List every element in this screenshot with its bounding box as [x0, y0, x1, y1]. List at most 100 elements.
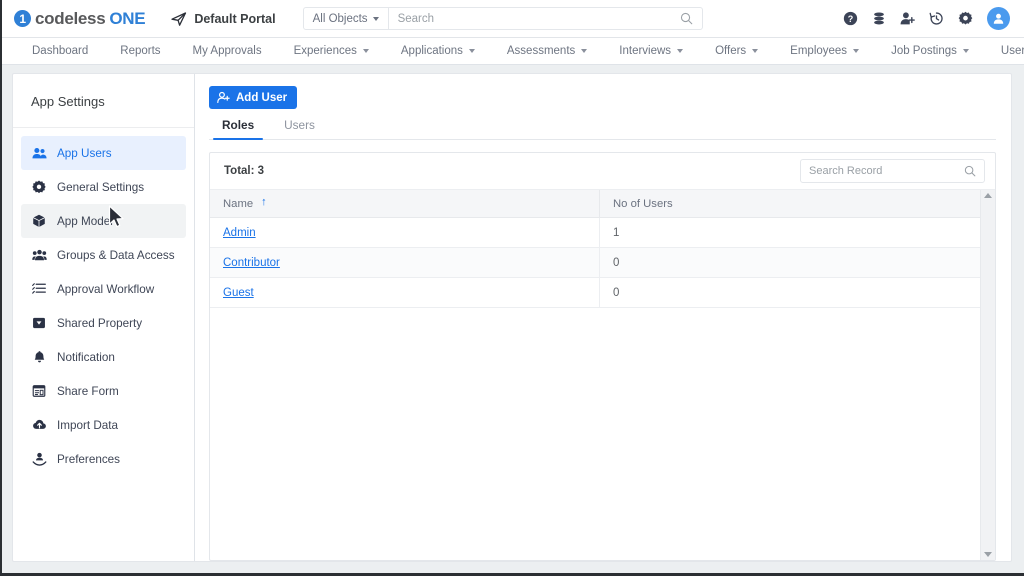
- table-toolbar: Total: 3: [210, 153, 995, 190]
- sidebar-item-label: General Settings: [57, 180, 145, 194]
- column-label: No of Users: [613, 197, 673, 210]
- nav-item-assessments[interactable]: Assessments: [491, 38, 603, 64]
- role-link-admin[interactable]: Admin: [223, 227, 256, 239]
- cell-name: Admin: [210, 218, 600, 247]
- avatar[interactable]: [987, 7, 1010, 30]
- bell-icon: [31, 350, 47, 364]
- cell-name: Guest: [210, 278, 600, 307]
- main-navigation: Dashboard Reports My Approvals Experienc…: [2, 38, 1024, 65]
- sidebar-item-import-data[interactable]: Import Data: [21, 408, 186, 442]
- table-row[interactable]: Contributor 0: [210, 248, 980, 278]
- search-icon[interactable]: [964, 165, 976, 177]
- nav-label: Dashboard: [32, 45, 89, 57]
- database-icon[interactable]: [872, 11, 886, 26]
- users-icon: [31, 146, 47, 161]
- nav-label: Reports: [120, 45, 161, 57]
- chevron-down-icon: [677, 49, 684, 53]
- history-icon[interactable]: [929, 11, 944, 26]
- roles-table-card: Total: 3 Name ↑: [209, 152, 996, 561]
- roles-table: Name ↑ No of Users Admin 1 Contributor 0…: [210, 190, 980, 560]
- svg-text:?: ?: [848, 14, 854, 24]
- app-header: 1 codeless ONE Default Portal All Objects: [2, 0, 1024, 38]
- sidebar-item-app-users[interactable]: App Users: [21, 136, 186, 170]
- nav-item-applications[interactable]: Applications: [385, 38, 491, 64]
- nav-item-dashboard[interactable]: Dashboard: [24, 38, 104, 64]
- column-header-no-of-users[interactable]: No of Users: [600, 190, 980, 217]
- app-logo[interactable]: 1 codeless ONE: [14, 8, 146, 29]
- scroll-up-icon[interactable]: [984, 193, 992, 198]
- sidebar-item-shared-property[interactable]: Shared Property: [21, 306, 186, 340]
- paper-plane-icon: [171, 11, 187, 26]
- nav-label: Experiences: [293, 45, 357, 57]
- cell-no-of-users: 0: [613, 256, 620, 269]
- nav-label: Applications: [400, 45, 463, 57]
- role-link-contributor[interactable]: Contributor: [223, 257, 280, 269]
- help-icon[interactable]: ?: [843, 11, 858, 26]
- add-user-label: Add User: [236, 91, 288, 104]
- nav-label: Interviews: [619, 45, 672, 57]
- role-link-guest[interactable]: Guest: [223, 287, 254, 299]
- browser-viewport: 1 codeless ONE Default Portal All Objects: [0, 0, 1024, 576]
- vertical-scrollbar[interactable]: [980, 190, 995, 560]
- nav-item-reports[interactable]: Reports: [104, 38, 176, 64]
- nav-item-job-postings[interactable]: Job Postings: [875, 38, 985, 64]
- cell-no-of-users: 0: [613, 286, 620, 299]
- nav-item-user-profile[interactable]: User Profile: [985, 38, 1024, 64]
- gear-icon[interactable]: [958, 11, 973, 26]
- nav-item-my-approvals[interactable]: My Approvals: [177, 38, 278, 64]
- checklist-icon: [31, 282, 47, 296]
- sidebar-item-groups-data-access[interactable]: Groups & Data Access: [21, 238, 186, 272]
- search-icon[interactable]: [680, 12, 693, 25]
- cell-name: Contributor: [210, 248, 600, 277]
- sidebar-item-label: App Users: [57, 146, 112, 160]
- object-filter-dropdown[interactable]: All Objects: [304, 8, 389, 29]
- sidebar-item-preferences[interactable]: Preferences: [21, 442, 186, 476]
- table-row[interactable]: Guest 0: [210, 278, 980, 308]
- chevron-down-icon: [468, 49, 475, 53]
- column-header-name[interactable]: Name ↑: [210, 190, 600, 217]
- settings-sidebar: App Settings App Users General Settings …: [12, 73, 195, 562]
- main-content: Add User Roles Users Total: 3 Search Rec…: [195, 73, 1012, 562]
- table-row[interactable]: Admin 1: [210, 218, 980, 248]
- sidebar-item-label: Shared Property: [57, 316, 143, 330]
- sidebar-item-label: Groups & Data Access: [57, 248, 175, 262]
- sidebar-item-label: Preferences: [57, 452, 121, 466]
- nav-item-interviews[interactable]: Interviews: [603, 38, 699, 64]
- sidebar-item-approval-workflow[interactable]: Approval Workflow: [21, 272, 186, 306]
- tab-roles[interactable]: Roles: [209, 118, 267, 140]
- sort-ascending-icon[interactable]: ↑: [261, 197, 267, 208]
- portal-selector[interactable]: Default Portal: [171, 11, 276, 27]
- nav-label: Job Postings: [891, 45, 957, 57]
- chevron-down-icon: [752, 49, 759, 53]
- nav-label: Assessments: [506, 45, 576, 57]
- nav-item-employees[interactable]: Employees: [774, 38, 875, 64]
- add-user-button[interactable]: Add User: [209, 86, 298, 109]
- nav-label: My Approvals: [192, 45, 262, 57]
- scroll-down-icon[interactable]: [984, 552, 992, 557]
- total-count: Total: 3: [224, 165, 265, 177]
- global-search-bar: All Objects: [302, 7, 703, 30]
- add-user-icon[interactable]: [900, 11, 915, 26]
- table-header-row: Name ↑ No of Users: [210, 190, 980, 218]
- form-icon: [31, 384, 47, 398]
- header-icon-group: ?: [843, 7, 1010, 30]
- tab-users[interactable]: Users: [271, 118, 328, 139]
- column-label: Name: [223, 197, 254, 210]
- sidebar-item-general-settings[interactable]: General Settings: [21, 170, 186, 204]
- tag-icon: [31, 316, 47, 330]
- chevron-down-icon: [581, 49, 588, 53]
- logo-text-secondary: ONE: [109, 8, 146, 28]
- sidebar-item-app-model[interactable]: App Model: [21, 204, 186, 238]
- nav-label: Employees: [790, 45, 848, 57]
- sidebar-item-share-form[interactable]: Share Form: [21, 374, 186, 408]
- chevron-down-icon: [372, 16, 379, 21]
- sidebar-item-notification[interactable]: Notification: [21, 340, 186, 374]
- nav-label: Offers: [715, 45, 747, 57]
- record-search-input[interactable]: [809, 165, 964, 177]
- nav-item-experiences[interactable]: Experiences: [278, 38, 385, 64]
- content-tabs: Roles Users: [209, 118, 996, 140]
- object-filter-label: All Objects: [312, 12, 368, 25]
- search-input[interactable]: [388, 12, 680, 25]
- tab-label: Users: [284, 118, 315, 132]
- nav-item-offers[interactable]: Offers: [699, 38, 774, 64]
